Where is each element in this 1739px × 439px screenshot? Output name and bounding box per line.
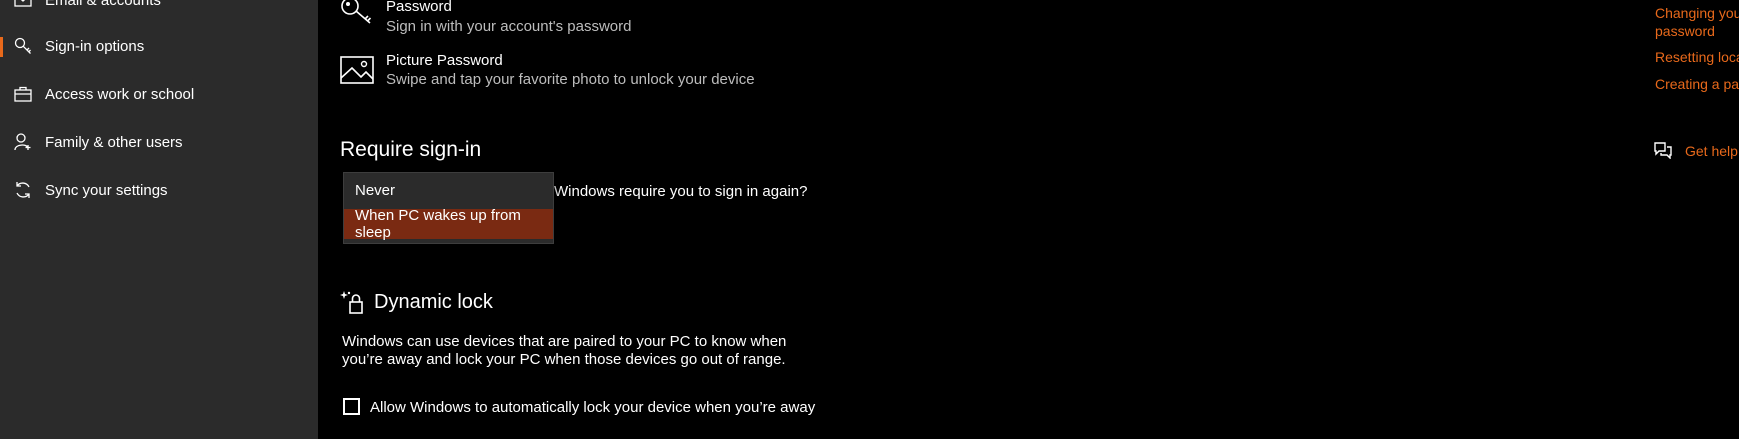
option-subtitle: Sign in with your account's password <box>386 18 632 35</box>
require-signin-heading: Require sign-in <box>340 138 482 161</box>
sidebar: Email & accounts Sign-in options Access … <box>0 0 318 439</box>
dropdown-option-wake-from-sleep[interactable]: When PC wakes up from sleep <box>344 207 553 241</box>
get-help-link[interactable]: Get help <box>1685 142 1738 160</box>
sidebar-item-access-work[interactable]: Access work or school <box>0 74 318 114</box>
dynamic-lock-checkbox[interactable] <box>343 398 360 415</box>
dropdown-option-never[interactable]: Never <box>344 175 553 205</box>
option-title: Password <box>386 0 452 15</box>
require-signin-question: Windows require you to sign in again? <box>554 183 808 200</box>
dynamic-lock-description-line2: you’re away and lock your PC when those … <box>342 351 786 368</box>
changing-password-link-line1[interactable]: Changing your <box>1655 4 1739 22</box>
key-icon <box>340 0 374 30</box>
person-add-icon <box>13 132 33 152</box>
picture-icon <box>340 56 374 90</box>
active-indicator <box>0 37 3 57</box>
dynamic-lock-heading: Dynamic lock <box>374 291 493 313</box>
sidebar-item-label: Sign-in options <box>45 37 145 55</box>
option-subtitle: Swipe and tap your favorite photo to unl… <box>386 71 755 88</box>
resetting-local-link[interactable]: Resetting loca <box>1655 48 1739 66</box>
dynamic-lock-checkbox-label: Allow Windows to automatically lock your… <box>370 399 816 416</box>
sidebar-item-sync[interactable]: Sync your settings <box>0 170 318 210</box>
sidebar-item-sign-in-options[interactable]: Sign-in options <box>0 26 318 66</box>
dropdown-option-label: Never <box>355 181 396 199</box>
sidebar-item-label: Email & accounts <box>45 0 161 9</box>
get-help-icon[interactable] <box>1653 141 1673 164</box>
sidebar-item-label: Family & other users <box>45 133 183 151</box>
sidebar-item-family[interactable]: Family & other users <box>0 122 318 162</box>
dynamic-lock-icon <box>340 290 366 321</box>
require-signin-dropdown[interactable]: Never When PC wakes up from sleep <box>343 172 554 244</box>
dynamic-lock-description-line1: Windows can use devices that are paired … <box>342 333 787 350</box>
sidebar-item-label: Sync your settings <box>45 181 168 199</box>
briefcase-icon <box>13 84 33 104</box>
email-icon <box>13 0 33 10</box>
sidebar-item-email-accounts[interactable]: Email & accounts <box>0 0 318 20</box>
creating-password-link[interactable]: Creating a pas <box>1655 75 1739 93</box>
changing-password-link-line2[interactable]: password <box>1655 22 1715 40</box>
key-icon <box>13 36 33 56</box>
option-title: Picture Password <box>386 52 503 69</box>
sync-icon <box>13 180 33 200</box>
dropdown-option-label: When PC wakes up from sleep <box>355 207 521 241</box>
sidebar-item-label: Access work or school <box>45 85 195 103</box>
